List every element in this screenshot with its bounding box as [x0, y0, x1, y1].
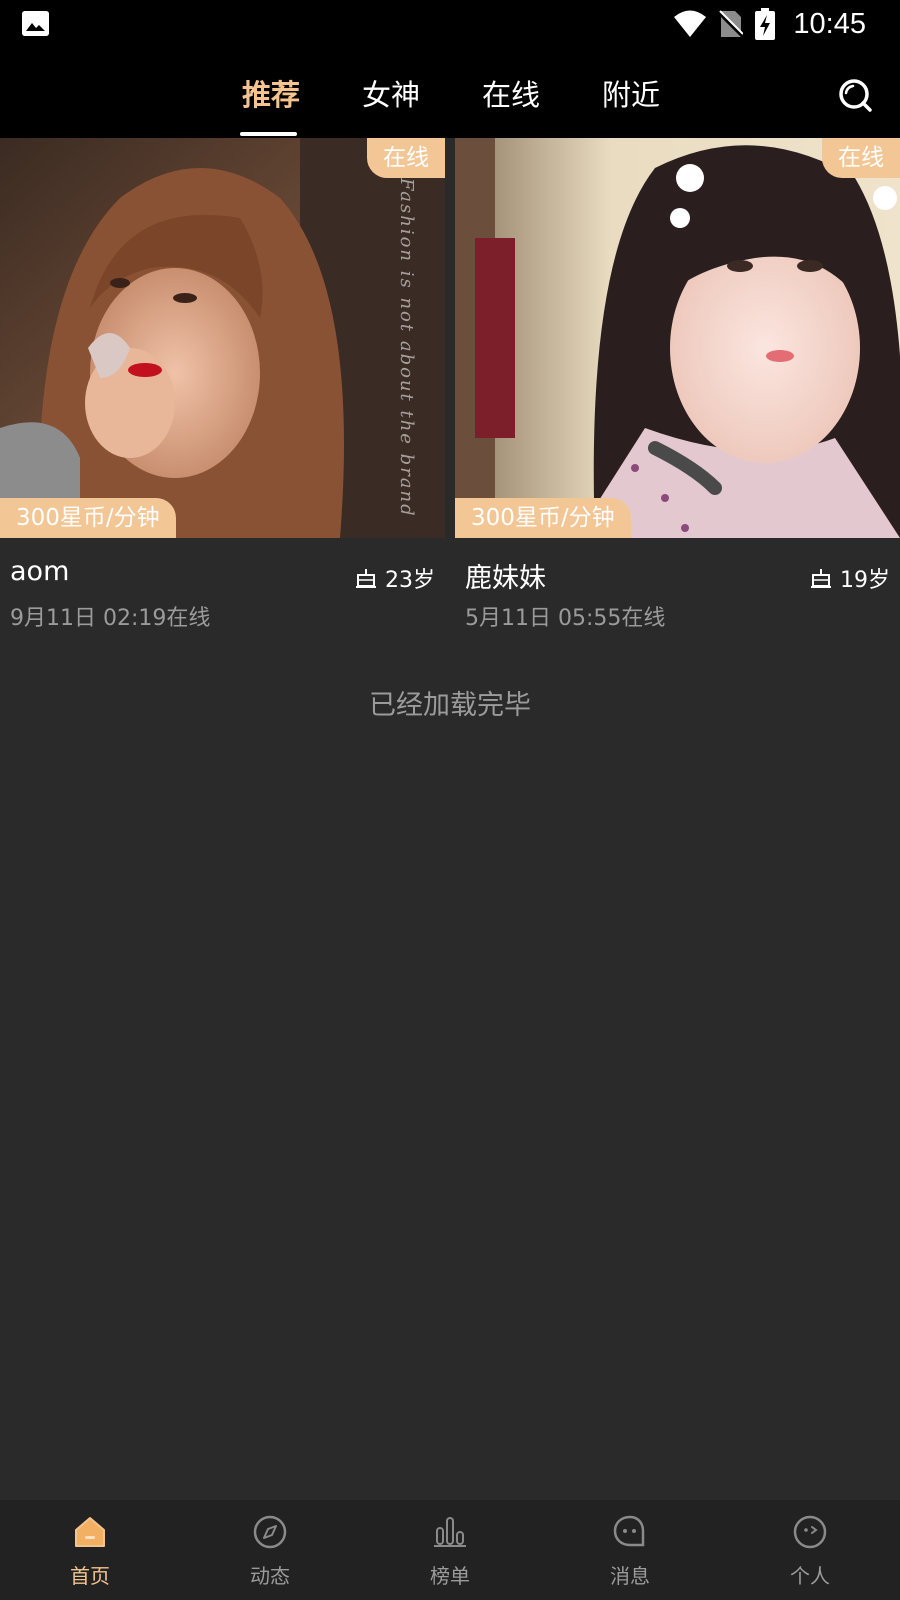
bar-chart-icon	[434, 1517, 466, 1547]
bottom-navigation: 首页 动态 榜单 消息 个人	[0, 1500, 900, 1600]
last-online-time: 9月11日 02:19在线	[10, 606, 211, 631]
tab-recommend[interactable]: 推荐	[242, 72, 300, 114]
online-badge: 在线	[367, 138, 445, 178]
photo-caption-text: Fashion is not about the brand	[396, 178, 417, 518]
online-badge: 在线	[822, 138, 900, 178]
user-photo[interactable]: 在线 300星币/分钟	[455, 138, 900, 538]
user-name: aom	[10, 556, 70, 587]
battery-charging-icon	[755, 8, 776, 40]
top-tab-bar: 推荐 女神 在线 附近	[0, 48, 900, 138]
price-badge: 300星币/分钟	[455, 498, 631, 538]
nav-moments-label: 动态	[250, 1564, 290, 1588]
nav-home[interactable]: 首页	[0, 1500, 180, 1600]
birthday-cake-icon	[356, 569, 376, 588]
nav-home-label: 首页	[70, 1564, 110, 1588]
home-icon	[75, 1517, 105, 1547]
list-end-message: 已经加载完毕	[369, 690, 531, 721]
profile-face-icon	[793, 1515, 827, 1549]
photo-portrait-image	[0, 138, 445, 538]
user-card[interactable]: Fashion is not about the brand 在线 300星币/…	[0, 138, 445, 631]
active-tab-indicator	[240, 132, 297, 136]
photo-portrait-image	[455, 138, 900, 538]
user-name: 鹿妹妹	[465, 563, 546, 594]
tab-nearby[interactable]: 附近	[602, 72, 660, 114]
wifi-icon	[674, 10, 707, 37]
user-age: 19岁	[810, 562, 890, 594]
nav-profile-label: 个人	[790, 1564, 830, 1588]
nav-ranking-label: 榜单	[430, 1564, 470, 1588]
image-icon	[22, 11, 49, 36]
age-label: 19岁	[840, 568, 890, 593]
tab-goddess[interactable]: 女神	[362, 72, 420, 114]
user-photo[interactable]: Fashion is not about the brand 在线 300星币/…	[0, 138, 445, 538]
price-badge: 300星币/分钟	[0, 498, 176, 538]
status-time: 10:45	[793, 7, 866, 40]
status-bar: 10:45	[0, 0, 900, 48]
nav-ranking[interactable]: 榜单	[360, 1500, 540, 1600]
search-icon[interactable]	[836, 76, 874, 114]
nav-messages-label: 消息	[610, 1564, 650, 1588]
birthday-cake-icon	[811, 569, 831, 588]
nav-moments[interactable]: 动态	[180, 1500, 360, 1600]
compass-icon	[253, 1515, 287, 1549]
chat-bubble-icon	[613, 1515, 645, 1547]
no-sim-icon	[719, 10, 744, 39]
nav-messages[interactable]: 消息	[540, 1500, 720, 1600]
user-card[interactable]: 在线 300星币/分钟 鹿妹妹 19岁 5月11日 05:55在线	[455, 138, 900, 631]
last-online-time: 5月11日 05:55在线	[465, 606, 666, 631]
nav-profile[interactable]: 个人	[720, 1500, 900, 1600]
age-label: 23岁	[385, 568, 435, 593]
user-age: 23岁	[355, 562, 435, 594]
tab-online[interactable]: 在线	[482, 72, 540, 114]
